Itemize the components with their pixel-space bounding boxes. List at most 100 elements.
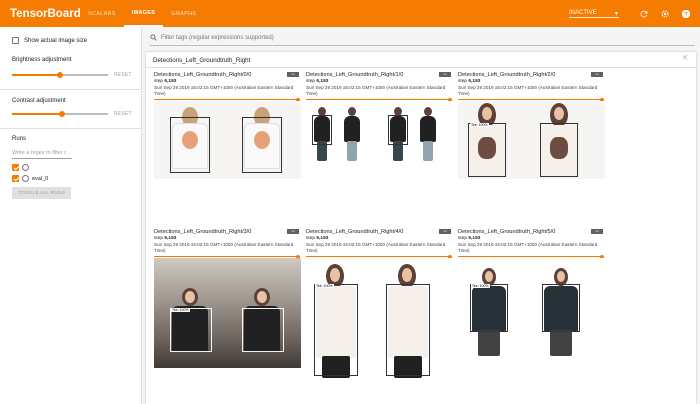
contrast-fill <box>12 113 62 115</box>
detection-box <box>314 284 358 376</box>
detection-label: Tee: 100% <box>471 284 490 288</box>
run-item[interactable] <box>12 164 32 171</box>
pane-title: Detections_Left_Groundtruth_Right/4/0 <box>306 229 404 235</box>
pane-step: step 6,193 <box>458 236 605 241</box>
pane-timestamp: Sun Sep 29 2019 16:02:15 GMT+1000 (Austr… <box>154 85 294 96</box>
run-item[interactable]: eval_0 <box>12 175 48 182</box>
tag-filter[interactable]: Filter tags (regular expressions support… <box>150 34 274 41</box>
collapse-icon[interactable]: ⇱ <box>683 55 688 62</box>
dashboard-tabs: SCALARS IMAGES GRAPHS <box>80 0 204 27</box>
image-pane: ▪▪▪ Detections_Left_Groundtruth_Right/1/… <box>306 72 453 179</box>
expand-badge[interactable]: ▪▪▪ <box>591 229 603 234</box>
divider <box>0 128 142 129</box>
step-value: 6,193 <box>164 79 177 84</box>
help-icon[interactable]: ? <box>680 8 692 20</box>
expand-badge[interactable]: ▪▪▪ <box>439 229 451 234</box>
step-label: step <box>306 79 316 84</box>
detection-label: Tee: 100% <box>315 284 334 288</box>
pane-step: step 6,193 <box>306 79 453 84</box>
groundtruth-box <box>242 308 284 352</box>
divider <box>146 67 696 68</box>
detection-image: Tee: 100% <box>154 258 301 368</box>
pane-title: Detections_Left_Groundtruth_Right/0/0 <box>154 72 252 78</box>
run-color-swatch <box>22 175 29 182</box>
image-pane: ▪▪▪ Detections_Left_Groundtruth_Right/2/… <box>458 72 605 179</box>
search-icon <box>150 34 157 41</box>
detection-box <box>468 123 506 177</box>
pane-step: step 6,193 <box>154 236 301 241</box>
image-pane: ▪▪▪ Detections_Left_Groundtruth_Right/0/… <box>154 72 301 179</box>
pane-timestamp: Sun Sep 29 2019 16:02:15 GMT+1000 (Austr… <box>154 242 294 253</box>
pane-timestamp: Sun Sep 29 2019 16:02:15 GMT+1000 (Austr… <box>306 85 446 96</box>
detection-box <box>470 284 508 332</box>
inactive-select-value: INACTIVE <box>569 9 597 16</box>
step-label: step <box>458 236 468 241</box>
checkbox-box[interactable] <box>12 37 19 44</box>
run-color-swatch <box>22 164 29 171</box>
divider <box>0 89 142 90</box>
inactive-dashboard-select[interactable]: INACTIVE ▼ <box>569 10 619 18</box>
step-label: step <box>306 236 316 241</box>
expand-badge[interactable]: ▪▪▪ <box>287 72 299 77</box>
step-label: step <box>154 79 164 84</box>
sidebar: Show actual image size Brightness adjust… <box>0 27 142 404</box>
pane-timestamp: Sun Sep 29 2019 16:02:15 GMT+1000 (Austr… <box>306 242 446 253</box>
run-name: eval_0 <box>32 175 49 182</box>
brightness-thumb[interactable] <box>57 72 63 78</box>
expand-badge[interactable]: ▪▪▪ <box>439 72 451 77</box>
detection-image <box>154 101 301 179</box>
contrast-thumb[interactable] <box>59 111 65 117</box>
expand-badge[interactable]: ▪▪▪ <box>287 229 299 234</box>
image-pane: ▪▪▪ Detections_Left_Groundtruth_Right/3/… <box>154 229 301 368</box>
step-label: step <box>458 79 468 84</box>
filter-underline <box>150 45 695 46</box>
groundtruth-box <box>542 284 580 332</box>
pane-step: step 6,193 <box>154 79 301 84</box>
detection-image: Tee: 100% <box>458 101 605 179</box>
groundtruth-box <box>388 115 408 145</box>
step-value: 6,193 <box>468 79 481 84</box>
toggle-all-runs-button[interactable]: TOGGLE ALL RUNS <box>12 187 71 199</box>
expand-badge[interactable]: ▪▪▪ <box>591 72 603 77</box>
pane-step: step 6,193 <box>458 79 605 84</box>
runs-regex-input[interactable]: Write a regex to filter r... <box>12 150 72 159</box>
run-checkbox[interactable] <box>12 164 19 171</box>
detection-box <box>312 115 332 145</box>
refresh-icon[interactable] <box>638 8 650 20</box>
show-actual-size-checkbox[interactable]: Show actual image size <box>12 37 87 44</box>
image-pane: ▪▪▪ Detections_Left_Groundtruth_Right/4/… <box>306 229 453 403</box>
step-value: 6,193 <box>164 236 177 241</box>
pane-timestamp: Sun Sep 29 2019 16:02:15 GMT+1000 (Austr… <box>458 85 598 96</box>
main-content: Filter tags (regular expressions support… <box>142 27 700 404</box>
settings-icon[interactable] <box>659 8 671 20</box>
pane-timestamp: Sun Sep 29 2019 16:02:15 GMT+1000 (Austr… <box>458 242 598 253</box>
brightness-reset-button[interactable]: RESET <box>114 72 132 78</box>
brightness-slider[interactable] <box>12 72 108 78</box>
contrast-label: Contrast adjustment <box>12 98 66 104</box>
brightness-label: Brightness adjustment <box>12 57 72 63</box>
tab-images[interactable]: IMAGES <box>123 0 164 27</box>
brightness-fill <box>12 74 60 76</box>
groundtruth-box <box>540 123 578 177</box>
step-value: 6,193 <box>316 79 329 84</box>
detection-image: Tee: 100% <box>458 258 605 368</box>
top-app-bar: TensorBoard SCALARS IMAGES GRAPHS INACTI… <box>0 0 700 27</box>
svg-text:?: ? <box>684 12 688 18</box>
contrast-reset-button[interactable]: RESET <box>114 111 132 117</box>
detection-image <box>306 101 453 179</box>
pane-title: Detections_Left_Groundtruth_Right/1/0 <box>306 72 404 78</box>
detection-label: Tee: 100% <box>470 123 489 127</box>
tag-filter-input[interactable]: Filter tags (regular expressions support… <box>161 35 274 41</box>
tab-scalars[interactable]: SCALARS <box>80 0 124 27</box>
contrast-slider[interactable] <box>12 111 108 117</box>
tab-graphs[interactable]: GRAPHS <box>163 0 204 27</box>
detection-box <box>170 308 212 352</box>
chevron-down-icon: ▼ <box>614 10 619 17</box>
step-value: 6,193 <box>468 236 481 241</box>
run-checkbox[interactable] <box>12 175 19 182</box>
groundtruth-box <box>386 284 430 376</box>
step-label: step <box>154 236 164 241</box>
detection-box <box>170 117 210 173</box>
tag-group-card: Detections_Left_Groundtruth_Right ⇱ ▪▪▪ … <box>146 52 696 404</box>
card-title: Detections_Left_Groundtruth_Right <box>153 57 251 64</box>
